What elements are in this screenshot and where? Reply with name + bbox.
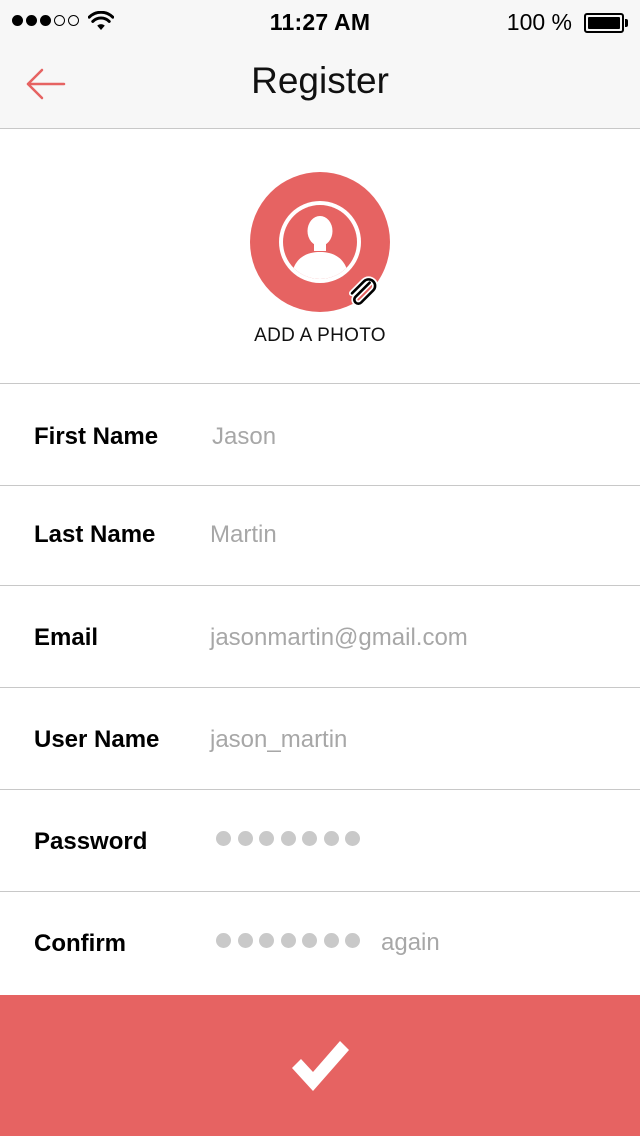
last-name-label: Last Name [34, 521, 156, 548]
confirm-suffix-text: again [381, 929, 440, 956]
confirm-password-field[interactable] [216, 933, 360, 948]
email-label: Email [34, 624, 99, 651]
submit-button[interactable] [0, 995, 640, 1136]
navigation-bar: Register [0, 44, 640, 128]
page-title: Register [251, 60, 389, 101]
first-name-label: First Name [34, 423, 159, 450]
first-name-field[interactable]: Jason [212, 423, 276, 451]
password-row: Password [0, 790, 640, 892]
confirm-row: Confirm again [0, 892, 640, 995]
top-bar: 11:27 AM 100 % Register [0, 0, 640, 129]
email-field[interactable]: jasonmartin@gmail.com [210, 624, 468, 652]
password-label: Password [34, 828, 148, 855]
status-bar: 11:27 AM 100 % [0, 0, 640, 44]
password-field[interactable] [216, 831, 360, 846]
email-row: Email jasonmartin@gmail.com [0, 586, 640, 688]
add-photo-button[interactable] [250, 172, 390, 312]
add-photo-label[interactable]: ADD A PHOTO [0, 325, 640, 347]
photo-section: ADD A PHOTO [0, 129, 640, 384]
person-silhouette-icon [291, 216, 349, 279]
user-name-row: User Name jason_martin [0, 688, 640, 790]
battery-icon [584, 13, 628, 33]
confirm-label: Confirm [34, 930, 126, 957]
battery-percentage: 100 % [506, 9, 572, 35]
checkmark-icon [292, 1041, 349, 1091]
user-name-label: User Name [34, 726, 160, 753]
user-name-field[interactable]: jason_martin [210, 726, 347, 754]
last-name-row: Last Name Martin [0, 486, 640, 586]
last-name-field[interactable]: Martin [210, 521, 277, 549]
first-name-row: First Name Jason [0, 384, 640, 486]
paperclip-icon [348, 276, 379, 307]
